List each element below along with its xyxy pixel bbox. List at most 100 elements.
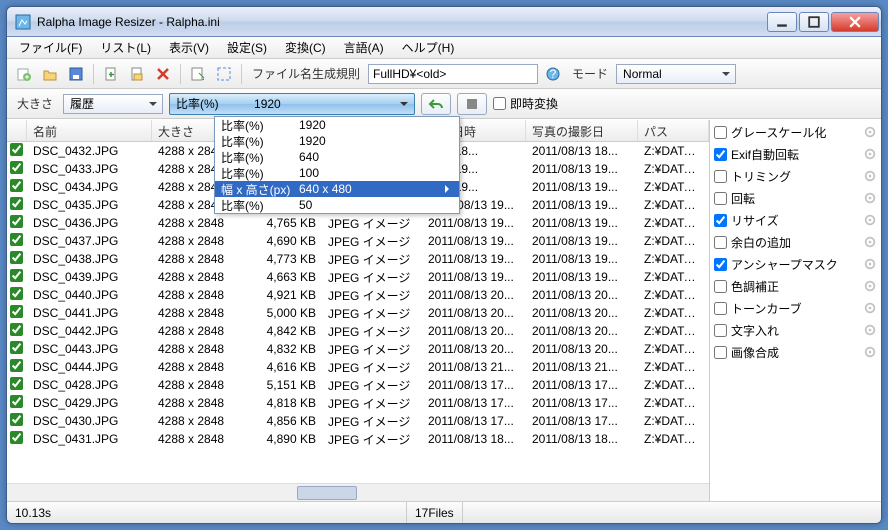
operation-checkbox[interactable] bbox=[714, 280, 727, 293]
operation-checkbox[interactable] bbox=[714, 324, 727, 337]
table-row[interactable]: DSC_0429.JPG4288 x 28484,818 KBJPEG イメージ… bbox=[7, 394, 709, 412]
operation-item[interactable]: 文字入れ bbox=[712, 320, 879, 340]
operation-item[interactable]: 余白の追加 bbox=[712, 232, 879, 252]
menu-item-3[interactable]: 設定(S) bbox=[219, 37, 275, 58]
operation-checkbox[interactable] bbox=[714, 214, 727, 227]
gear-icon[interactable] bbox=[863, 301, 877, 315]
table-row[interactable]: DSC_0437.JPG4288 x 28484,690 KBJPEG イメージ… bbox=[7, 232, 709, 250]
operation-item[interactable]: トーンカーブ bbox=[712, 298, 879, 318]
operation-item[interactable]: リサイズ bbox=[712, 210, 879, 230]
operation-item[interactable]: 色調補正 bbox=[712, 276, 879, 296]
row-checkbox[interactable] bbox=[10, 143, 23, 156]
row-checkbox[interactable] bbox=[10, 431, 23, 444]
dropdown-item[interactable]: 比率(%)640 bbox=[215, 149, 459, 165]
gear-icon[interactable] bbox=[863, 345, 877, 359]
operation-checkbox[interactable] bbox=[714, 148, 727, 161]
row-checkbox[interactable] bbox=[10, 323, 23, 336]
row-checkbox[interactable] bbox=[10, 359, 23, 372]
operation-checkbox[interactable] bbox=[714, 192, 727, 205]
size-dropdown[interactable]: 比率(%)1920比率(%)1920比率(%)640比率(%)100幅 x 高さ… bbox=[214, 116, 460, 214]
operation-checkbox[interactable] bbox=[714, 302, 727, 315]
table-row[interactable]: DSC_0428.JPG4288 x 28485,151 KBJPEG イメージ… bbox=[7, 376, 709, 394]
operation-item[interactable]: Exif自動回転 bbox=[712, 144, 879, 164]
row-checkbox[interactable] bbox=[10, 269, 23, 282]
run-icon[interactable] bbox=[187, 63, 209, 85]
row-checkbox[interactable] bbox=[10, 233, 23, 246]
row-checkbox[interactable] bbox=[10, 305, 23, 318]
row-checkbox[interactable] bbox=[10, 215, 23, 228]
row-checkbox[interactable] bbox=[10, 161, 23, 174]
dropdown-item[interactable]: 比率(%)1920 bbox=[215, 133, 459, 149]
operation-checkbox[interactable] bbox=[714, 346, 727, 359]
menu-item-0[interactable]: ファイル(F) bbox=[11, 37, 90, 58]
history-combo[interactable]: 履歴 bbox=[63, 94, 163, 114]
column-header[interactable]: 写真の撮影日 bbox=[526, 120, 638, 141]
table-row[interactable]: DSC_0439.JPG4288 x 28484,663 KBJPEG イメージ… bbox=[7, 268, 709, 286]
menu-item-2[interactable]: 表示(V) bbox=[161, 37, 217, 58]
row-checkbox[interactable] bbox=[10, 251, 23, 264]
instant-convert-checkbox[interactable]: 即時変換 bbox=[493, 95, 558, 112]
table-row[interactable]: DSC_0443.JPG4288 x 28484,832 KBJPEG イメージ… bbox=[7, 340, 709, 358]
table-row[interactable]: DSC_0431.JPG4288 x 28484,890 KBJPEG イメージ… bbox=[7, 430, 709, 448]
open-folder-icon[interactable] bbox=[39, 63, 61, 85]
scrollbar-thumb[interactable] bbox=[297, 486, 357, 500]
operation-item[interactable]: アンシャープマスク bbox=[712, 254, 879, 274]
column-header[interactable]: 名前 bbox=[27, 120, 152, 141]
operation-checkbox[interactable] bbox=[714, 236, 727, 249]
row-checkbox[interactable] bbox=[10, 287, 23, 300]
row-checkbox[interactable] bbox=[10, 341, 23, 354]
add-file-icon[interactable] bbox=[100, 63, 122, 85]
gear-icon[interactable] bbox=[863, 279, 877, 293]
row-checkbox[interactable] bbox=[10, 413, 23, 426]
gear-icon[interactable] bbox=[863, 235, 877, 249]
menu-item-6[interactable]: ヘルプ(H) bbox=[394, 37, 463, 58]
table-row[interactable]: DSC_0438.JPG4288 x 28484,773 KBJPEG イメージ… bbox=[7, 250, 709, 268]
help-icon[interactable]: ? bbox=[542, 63, 564, 85]
gear-icon[interactable] bbox=[863, 323, 877, 337]
operation-item[interactable]: 回転 bbox=[712, 188, 879, 208]
operation-checkbox[interactable] bbox=[714, 126, 727, 139]
remove-icon[interactable] bbox=[152, 63, 174, 85]
table-row[interactable]: DSC_0442.JPG4288 x 28484,842 KBJPEG イメージ… bbox=[7, 322, 709, 340]
filename-rule-input[interactable] bbox=[368, 64, 538, 84]
close-button[interactable] bbox=[831, 12, 879, 32]
new-list-icon[interactable] bbox=[13, 63, 35, 85]
dropdown-item[interactable]: 比率(%)50 bbox=[215, 197, 459, 213]
column-header[interactable]: パス bbox=[638, 120, 709, 141]
gear-icon[interactable] bbox=[863, 125, 877, 139]
size-combo[interactable]: 比率(%) 1920 bbox=[169, 93, 415, 115]
horizontal-scrollbar[interactable] bbox=[7, 483, 709, 501]
operation-checkbox[interactable] bbox=[714, 170, 727, 183]
gear-icon[interactable] bbox=[863, 257, 877, 271]
row-checkbox[interactable] bbox=[10, 197, 23, 210]
dropdown-item[interactable]: 比率(%)100 bbox=[215, 165, 459, 181]
mode-combo[interactable]: Normal bbox=[616, 64, 736, 84]
gear-icon[interactable] bbox=[863, 191, 877, 205]
operation-checkbox[interactable] bbox=[714, 258, 727, 271]
gear-icon[interactable] bbox=[863, 169, 877, 183]
dropdown-item[interactable]: 比率(%)1920 bbox=[215, 117, 459, 133]
table-row[interactable]: DSC_0440.JPG4288 x 28484,921 KBJPEG イメージ… bbox=[7, 286, 709, 304]
row-checkbox[interactable] bbox=[10, 395, 23, 408]
fullscreen-icon[interactable] bbox=[213, 63, 235, 85]
menu-item-1[interactable]: リスト(L) bbox=[92, 37, 159, 58]
gear-icon[interactable] bbox=[863, 213, 877, 227]
operation-item[interactable]: トリミング bbox=[712, 166, 879, 186]
maximize-button[interactable] bbox=[799, 12, 829, 32]
dropdown-item[interactable]: 幅 x 高さ(px)640 x 480 bbox=[215, 181, 459, 197]
operation-item[interactable]: 画像合成 bbox=[712, 342, 879, 362]
save-icon[interactable] bbox=[65, 63, 87, 85]
row-checkbox[interactable] bbox=[10, 377, 23, 390]
stop-button[interactable] bbox=[457, 93, 487, 115]
operation-item[interactable]: グレースケール化 bbox=[712, 122, 879, 142]
undo-button[interactable] bbox=[421, 93, 451, 115]
add-folder-icon[interactable] bbox=[126, 63, 148, 85]
table-row[interactable]: DSC_0444.JPG4288 x 28484,616 KBJPEG イメージ… bbox=[7, 358, 709, 376]
gear-icon[interactable] bbox=[863, 147, 877, 161]
menu-item-4[interactable]: 変換(C) bbox=[277, 37, 334, 58]
menu-item-5[interactable]: 言語(A) bbox=[336, 37, 392, 58]
minimize-button[interactable] bbox=[767, 12, 797, 32]
table-row[interactable]: DSC_0430.JPG4288 x 28484,856 KBJPEG イメージ… bbox=[7, 412, 709, 430]
table-row[interactable]: DSC_0436.JPG4288 x 28484,765 KBJPEG イメージ… bbox=[7, 214, 709, 232]
row-checkbox[interactable] bbox=[10, 179, 23, 192]
